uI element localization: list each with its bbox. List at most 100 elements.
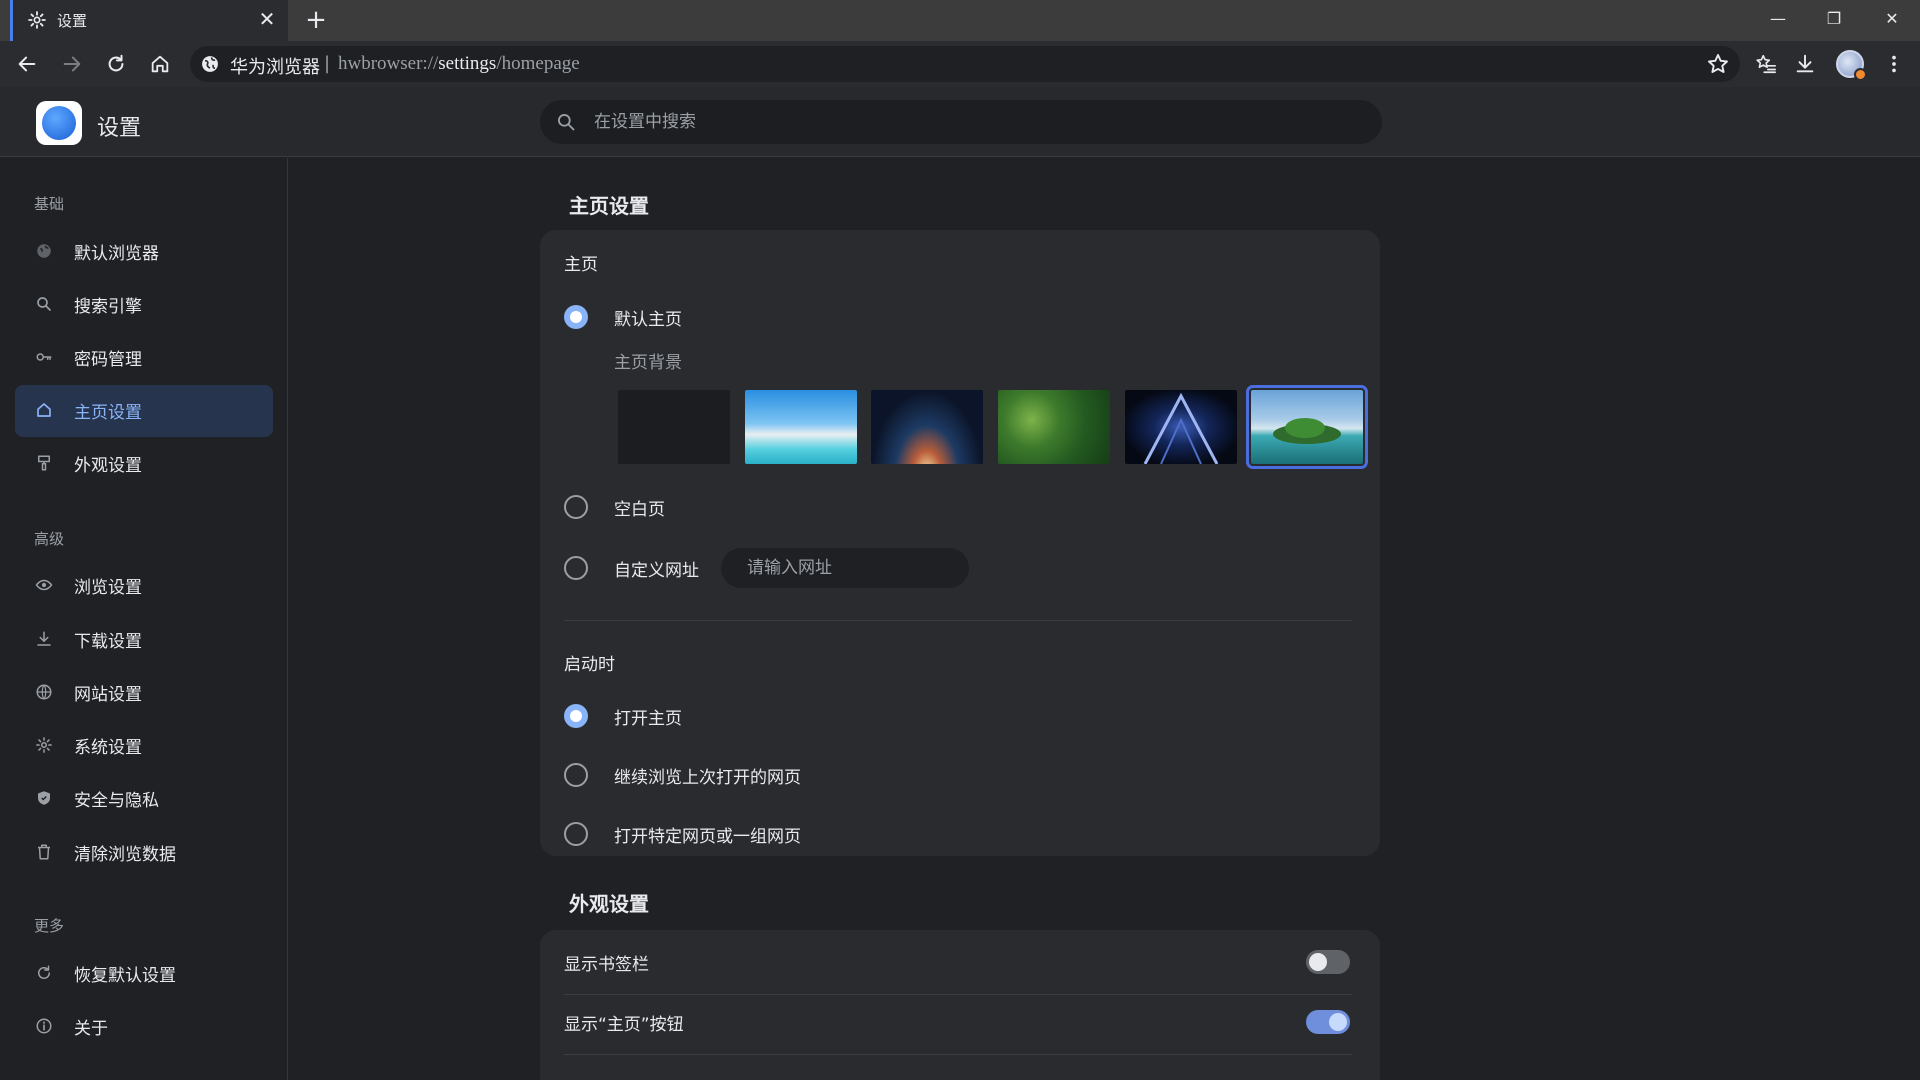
close-window-button[interactable]: ✕: [1872, 4, 1912, 34]
back-button[interactable]: [13, 50, 41, 78]
radio-label: 空白页: [614, 500, 665, 520]
divider: [564, 994, 1352, 995]
forward-button[interactable]: [58, 50, 86, 78]
sidebar-item-passwords[interactable]: 密码管理: [15, 332, 273, 384]
info-icon: [36, 1018, 52, 1034]
sidebar-item-label: 清除浏览数据: [74, 845, 176, 865]
reload-button[interactable]: [102, 50, 130, 78]
divider: [564, 1054, 1352, 1055]
reset-icon: [38, 965, 50, 979]
paint-icon: [38, 455, 50, 471]
background-thumb[interactable]: [1125, 390, 1237, 465]
download-icon: [1796, 54, 1814, 73]
home-button[interactable]: [146, 50, 174, 78]
toggle-knob: [1309, 953, 1327, 971]
startup-label: 启动时: [564, 655, 615, 675]
search-icon: [558, 114, 575, 131]
sidebar-section-basic: 基础: [34, 195, 65, 213]
home-icon: [151, 55, 169, 73]
toolbar: 华为浏览器 | hwbrowser://settings/homepage: [0, 41, 1920, 87]
restore-button[interactable]: ❐: [1814, 4, 1854, 34]
sidebar-item-label: 主页设置: [74, 403, 142, 423]
menu-button[interactable]: [1880, 50, 1908, 78]
sidebar-item-label: 网站设置: [74, 685, 142, 705]
homepage-heading: 主页设置: [569, 194, 649, 218]
sidebar-item-label: 外观设置: [74, 456, 142, 476]
browser-logo: [36, 101, 82, 145]
sidebar-item-label: 默认浏览器: [74, 244, 159, 264]
sidebar-item-about[interactable]: 关于: [15, 1001, 273, 1053]
homepage-label: 主页: [564, 255, 598, 275]
eye-icon: [35, 579, 53, 591]
sidebar: 基础 默认浏览器 搜索引擎 密码管理 主页设置 外观设置 高级 浏览设置 下载设…: [0, 158, 288, 1080]
background-thumb[interactable]: [745, 390, 857, 464]
download-icon: [37, 631, 51, 646]
appearance-card: 显示书签栏 显示“主页”按钮: [540, 930, 1380, 1080]
minimize-button[interactable]: —: [1758, 4, 1798, 34]
sidebar-item-label: 浏览设置: [74, 578, 142, 598]
sidebar-item-label: 关于: [74, 1019, 108, 1039]
sidebar-section-more: 更多: [34, 917, 65, 935]
toggle-label: 显示“主页”按钮: [564, 1015, 684, 1035]
background-thumb-selected[interactable]: [1246, 385, 1368, 469]
radio-open-homepage[interactable]: [564, 704, 588, 728]
more-vertical-icon: [1892, 55, 1896, 73]
search-icon: [37, 297, 51, 311]
background-thumbnails: [618, 385, 1368, 470]
radio-continue-session[interactable]: [564, 763, 588, 787]
background-thumb[interactable]: [998, 390, 1110, 464]
site-info-icon[interactable]: [200, 54, 220, 74]
avatar[interactable]: [1836, 50, 1867, 81]
sidebar-item-default-browser[interactable]: 默认浏览器: [15, 226, 273, 278]
search-input[interactable]: [594, 100, 1354, 144]
sidebar-item-clear-data[interactable]: 清除浏览数据: [15, 827, 273, 879]
tab-title: 设置: [57, 12, 88, 30]
favorites-button[interactable]: [1752, 50, 1780, 78]
background-thumb[interactable]: [618, 390, 730, 464]
sidebar-item-label: 密码管理: [74, 350, 142, 370]
sidebar-item-sites[interactable]: 网站设置: [15, 667, 273, 719]
radio-custom-url[interactable]: [564, 556, 588, 580]
notification-dot: [1854, 68, 1867, 81]
address-bar[interactable]: 华为浏览器 | hwbrowser://settings/homepage: [190, 46, 1740, 82]
star-icon[interactable]: [1706, 52, 1730, 76]
settings-search: [540, 100, 1382, 144]
settings-header: 设置: [0, 87, 1920, 157]
gear-icon: [36, 737, 52, 753]
homepage-card: 主页 默认主页 主页背景 空白页 自定义网址 启动时 打开主页 继续浏览上次打开…: [540, 230, 1380, 856]
sidebar-item-system[interactable]: 系统设置: [15, 720, 273, 772]
tab-settings[interactable]: 设置 ✕: [10, 0, 288, 41]
sidebar-item-downloads[interactable]: 下载设置: [15, 614, 273, 666]
custom-url-input[interactable]: [721, 548, 969, 588]
toggle-knob: [1329, 1013, 1347, 1031]
sidebar-item-homepage[interactable]: 主页设置: [15, 385, 273, 437]
sidebar-item-search-engine[interactable]: 搜索引擎: [15, 279, 273, 331]
key-icon: [36, 353, 52, 361]
url-separator: |: [324, 53, 331, 74]
sidebar-item-appearance[interactable]: 外观设置: [15, 438, 273, 490]
radio-label: 打开主页: [614, 709, 682, 729]
sidebar-item-security[interactable]: 安全与隐私: [15, 773, 273, 825]
arrow-left-icon: [18, 56, 36, 72]
sidebar-item-reset[interactable]: 恢复默认设置: [15, 948, 273, 1000]
radio-default-homepage[interactable]: [564, 305, 588, 329]
radio-label: 自定义网址: [614, 561, 699, 581]
sidebar-item-label: 下载设置: [74, 632, 142, 652]
sidebar-item-label: 恢复默认设置: [74, 966, 176, 986]
shield-icon: [38, 791, 50, 805]
close-tab-icon[interactable]: ✕: [256, 8, 278, 30]
settings-content: 主页设置 主页 默认主页 主页背景 空白页 自定义网址 启动时 打开主页: [289, 158, 1920, 1080]
radio-label: 继续浏览上次打开的网页: [614, 768, 801, 788]
island-graphic: [1273, 418, 1341, 444]
home-icon: [37, 403, 51, 417]
toggle-bookmarks-bar[interactable]: [1306, 950, 1350, 974]
sidebar-item-label: 搜索引擎: [74, 297, 142, 317]
toggle-home-button[interactable]: [1306, 1010, 1350, 1034]
radio-blank-page[interactable]: [564, 495, 588, 519]
background-thumb[interactable]: [871, 390, 983, 464]
radio-open-specific-pages[interactable]: [564, 822, 588, 846]
downloads-button[interactable]: [1791, 50, 1819, 78]
sidebar-item-browsing[interactable]: 浏览设置: [15, 560, 273, 612]
appearance-heading: 外观设置: [569, 892, 649, 916]
new-tab-button[interactable]: +: [302, 6, 330, 34]
